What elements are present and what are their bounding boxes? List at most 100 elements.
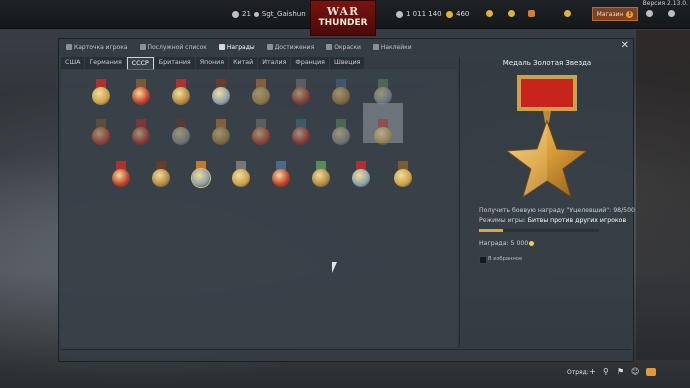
- trophy-icon: [218, 44, 225, 50]
- medal-body: [192, 169, 210, 187]
- medal-icon[interactable]: [209, 119, 233, 147]
- medal-icon[interactable]: [229, 161, 253, 189]
- game-modes-value: Битвы против других игроков: [527, 217, 627, 224]
- tab-service-record[interactable]: Послужной список: [137, 41, 210, 53]
- medal-icon[interactable]: [89, 119, 113, 147]
- lightbulb-icon: [486, 10, 493, 17]
- news-icon[interactable]: ☺: [631, 368, 639, 376]
- medal-body: [252, 87, 270, 105]
- tab-label: Карточка игрока: [74, 43, 128, 51]
- medal-icon[interactable]: [289, 119, 313, 147]
- medal-icon[interactable]: [129, 119, 153, 147]
- silver-lions-icon: [396, 10, 403, 18]
- medal-body: [374, 87, 392, 105]
- tab-label: Окраски: [334, 43, 361, 51]
- medal-icon[interactable]: [109, 161, 133, 189]
- medal-body: [332, 127, 350, 145]
- medal-icon[interactable]: [169, 79, 193, 107]
- medal-title: Медаль Золотая Звезда: [502, 59, 592, 67]
- medal-body: [232, 169, 250, 187]
- medal-icon[interactable]: [129, 79, 153, 107]
- medal-body: [352, 169, 370, 187]
- medal-icon[interactable]: [249, 79, 273, 107]
- medal-icon[interactable]: [309, 161, 333, 189]
- medal-icon[interactable]: [371, 119, 395, 147]
- medal-icon[interactable]: [371, 79, 395, 107]
- research-points-value: 460: [456, 10, 470, 18]
- golden-eagles-button[interactable]: [486, 10, 493, 17]
- store-button[interactable]: Магазин !: [592, 7, 638, 21]
- warbonds-icon: [564, 10, 571, 17]
- wager-icon: [508, 10, 515, 17]
- medal-icon[interactable]: [249, 119, 273, 147]
- premium-icon: [528, 10, 535, 17]
- panel-divider: [459, 57, 460, 347]
- tab-skins[interactable]: Окраски: [323, 41, 364, 53]
- squad-label: Отряд:: [567, 369, 589, 376]
- research-points-counter[interactable]: 460: [446, 10, 469, 18]
- medals-grid: [61, 69, 457, 347]
- tab-decals[interactable]: Наклейки: [370, 41, 415, 53]
- medal-icon[interactable]: [329, 79, 353, 107]
- premium-button[interactable]: [528, 10, 535, 17]
- medal-icon[interactable]: [209, 79, 233, 107]
- rank-icon: [232, 10, 239, 18]
- game-modes-label: Режимы игры:: [479, 217, 526, 224]
- background-hangar: [636, 30, 690, 360]
- chat-button[interactable]: [646, 368, 656, 376]
- medal-icon[interactable]: [349, 161, 373, 189]
- medal-body: [292, 127, 310, 145]
- favorite-checkbox[interactable]: [479, 256, 487, 264]
- medal-icon[interactable]: [329, 119, 353, 147]
- medal-icon[interactable]: [149, 161, 173, 189]
- tab-player-card[interactable]: Карточка игрока: [63, 41, 131, 53]
- warbonds-button[interactable]: [564, 10, 571, 17]
- medal-body: [172, 87, 190, 105]
- medal-icon[interactable]: [391, 161, 415, 189]
- mouse-cursor: [332, 262, 342, 273]
- gear-icon: [646, 10, 653, 17]
- medal-progress-fill: [479, 229, 503, 232]
- invites-icon[interactable]: ⚑: [617, 368, 624, 376]
- medal-requirement: Получить боевую награду "Уцелевший": 98/…: [479, 207, 635, 214]
- medal-icon[interactable]: [189, 161, 213, 189]
- exit-icon: [668, 10, 675, 17]
- tab-label: Послужной список: [147, 43, 207, 51]
- golden-eagle-icon: [529, 240, 535, 246]
- medal-body: [112, 169, 130, 187]
- logo-line2: THUNDER: [318, 18, 368, 28]
- close-icon[interactable]: ✕: [621, 41, 629, 51]
- medal-body: [374, 127, 392, 145]
- exit-button[interactable]: [668, 10, 675, 17]
- store-label: Магазин: [596, 10, 624, 18]
- war-thunder-logo[interactable]: WAR THUNDER: [310, 0, 376, 36]
- player-card-icon: [66, 44, 72, 50]
- wager-button[interactable]: [508, 10, 515, 17]
- player-name: Sgt_Gaishun: [261, 10, 306, 18]
- silver-lions-value: 1 011 140: [406, 10, 442, 18]
- research-points-icon: [446, 10, 453, 18]
- tab-achievements[interactable]: Достижения: [264, 41, 318, 53]
- settings-button[interactable]: [646, 10, 653, 17]
- favorite-label: В избранное: [488, 256, 523, 262]
- medal-icon[interactable]: [269, 161, 293, 189]
- medal-icon[interactable]: [169, 119, 193, 147]
- add-squad-member-icon[interactable]: +: [589, 368, 596, 376]
- medal-progress-bar: [479, 229, 599, 232]
- contacts-icon[interactable]: ⚲: [603, 368, 609, 376]
- profile-tabs: Карточка игрока Послужной список Награды…: [63, 41, 415, 53]
- medal-body: [292, 87, 310, 105]
- medal-body: [92, 127, 110, 145]
- reward: Награда: 5 000: [479, 240, 535, 247]
- awards-window: Карточка игрока Послужной список Награды…: [58, 38, 635, 362]
- tab-label: Наклейки: [380, 43, 412, 51]
- medal-body: [132, 127, 150, 145]
- version-label: Версия 2.13.0.: [642, 0, 688, 7]
- medal-body: [212, 87, 230, 105]
- silver-lions-counter[interactable]: 1 011 140: [396, 10, 442, 18]
- player-profile[interactable]: 21 Sgt_Gaishun: [232, 10, 306, 18]
- medal-icon[interactable]: [289, 79, 313, 107]
- tab-awards[interactable]: Награды: [216, 41, 258, 53]
- tab-label: Достижения: [274, 43, 315, 51]
- medal-icon[interactable]: [89, 79, 113, 107]
